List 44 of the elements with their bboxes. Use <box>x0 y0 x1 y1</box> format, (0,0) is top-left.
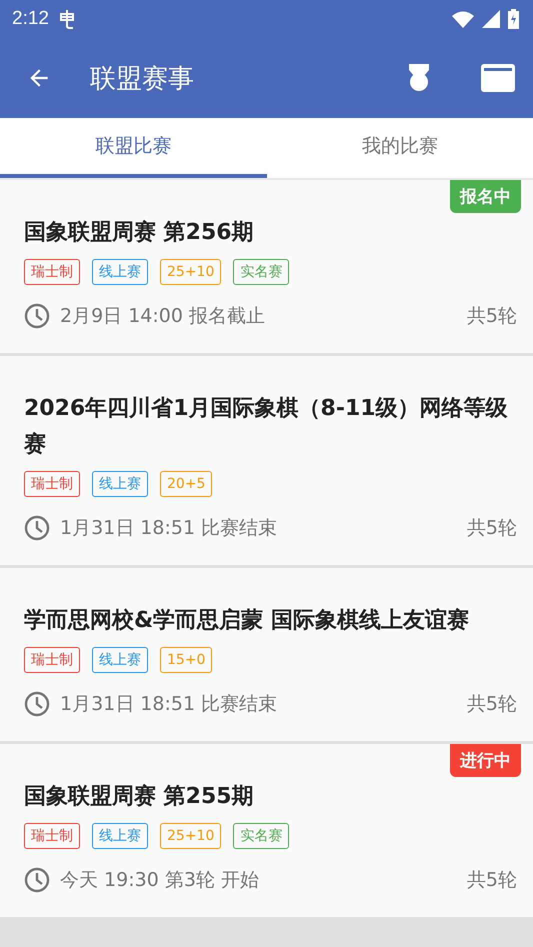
status-badge: 报名中 <box>450 180 521 213</box>
tag: 线上赛 <box>92 471 148 497</box>
clock-icon <box>24 303 50 329</box>
event-title: 2026年四川省1月国际象棋（8-11级）网络等级赛 <box>24 395 509 459</box>
round-count: 共5轮 <box>466 692 517 717</box>
event-title: 国象联盟周赛 第255期 <box>24 782 255 811</box>
event-card[interactable]: 报名中 国象联盟周赛 第256期 瑞士制 线上赛 25+10 实名赛 2月9日 14:00 报名截止 共5轮 <box>0 180 533 353</box>
tag: 25+10 <box>160 823 222 849</box>
event-time: 2月9日 14:00 报名截止 <box>60 304 266 329</box>
status-badge: 进行中 <box>450 744 521 777</box>
event-title: 学而思网校&学而思启蒙 国际象棋线上友谊赛 <box>24 606 470 635</box>
tag: 线上赛 <box>92 647 148 673</box>
event-card[interactable]: 学而思网校&学而思启蒙 国际象棋线上友谊赛 瑞士制 线上赛 15+0 1月31日 18:51 比赛结束 共5轮 <box>0 568 533 741</box>
tag: 15+0 <box>160 647 212 673</box>
round-count: 共5轮 <box>466 868 517 893</box>
tag: 瑞士制 <box>24 647 80 673</box>
tag: 线上赛 <box>92 823 148 849</box>
tag: 瑞士制 <box>24 259 80 285</box>
event-card[interactable]: 2026年四川省1月国际象棋（8-11级）网络等级赛 瑞士制 线上赛 20+5 1月31日 18:51 比赛结束 共5轮 <box>0 356 533 565</box>
event-time: 1月31日 18:51 比赛结束 <box>60 516 278 541</box>
event-title: 国象联盟周赛 第256期 <box>24 218 255 247</box>
tag: 实名赛 <box>233 259 290 285</box>
tag: 瑞士制 <box>24 471 80 497</box>
clock-icon <box>24 691 50 717</box>
round-count: 共5轮 <box>466 304 517 329</box>
status-time: 2:12 <box>12 8 49 30</box>
signal-icon <box>482 10 500 28</box>
tab[interactable]: 我的比赛 <box>266 118 533 178</box>
page-title: 联盟赛事 <box>90 62 195 96</box>
card-button[interactable] <box>481 64 515 92</box>
tag: 20+5 <box>160 471 212 497</box>
wifi-icon <box>452 10 474 28</box>
clock-icon <box>24 867 50 893</box>
event-time: 1月31日 18:51 比赛结束 <box>60 692 278 717</box>
tag: 瑞士制 <box>24 823 80 849</box>
tag: 实名赛 <box>233 823 290 849</box>
battery-icon <box>508 9 519 29</box>
tag: 25+10 <box>160 259 222 285</box>
event-card[interactable]: 进行中 国象联盟周赛 第255期 瑞士制 线上赛 25+10 实名赛 今天 19:30 第3轮 开始 共5轮 <box>0 744 533 917</box>
event-time: 今天 19:30 第3轮 开始 <box>60 868 260 893</box>
tag: 线上赛 <box>92 259 148 285</box>
round-count: 共5轮 <box>466 516 517 541</box>
medal-button[interactable] <box>409 64 429 92</box>
clock-icon <box>24 515 50 541</box>
